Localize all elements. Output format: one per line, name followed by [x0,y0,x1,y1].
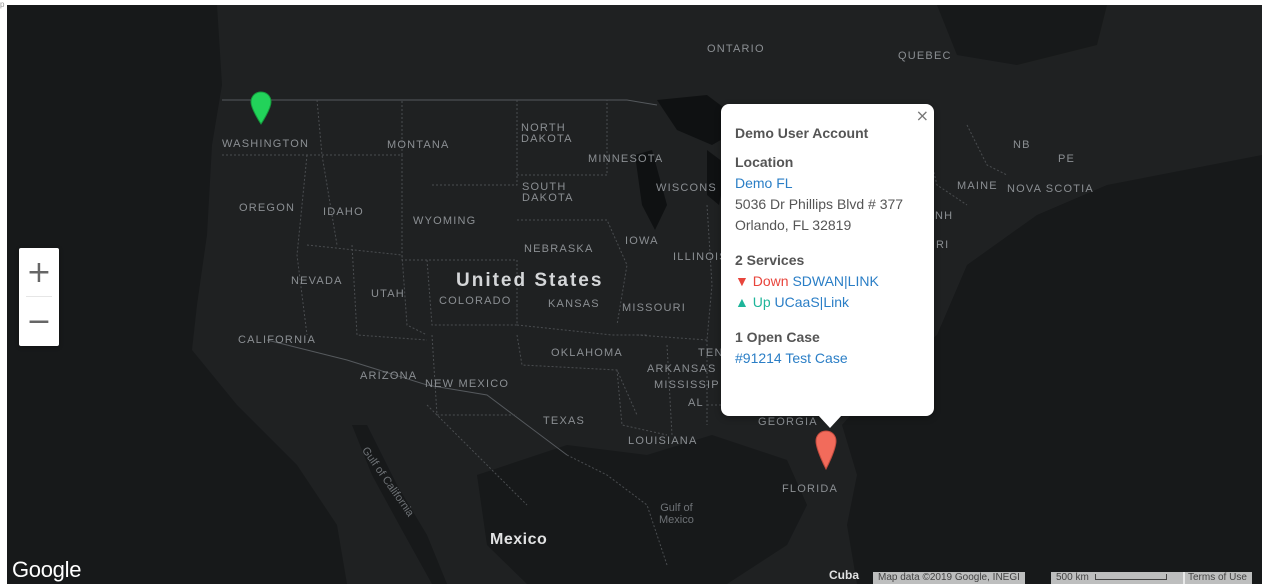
map-attribution[interactable]: Map data ©2019 Google, INEGI [873,572,1025,584]
label-nebraska: NEBRASKA [524,243,594,255]
down-arrow-icon: ▼ [735,273,749,289]
label-georgia: GEORGIA [758,416,818,428]
label-kansas: KANSAS [548,298,600,310]
zoom-control: + − [19,248,59,346]
case-link[interactable]: #91214 Test Case [735,350,848,366]
up-arrow-icon: ▲ [735,294,749,310]
label-colorado: COLORADO [439,295,512,307]
label-illinois: ILLINOIS [673,251,728,263]
scale-bar[interactable]: 500 km [1051,572,1185,584]
label-nh: NH [935,210,954,222]
address-line-2: Orlando, FL 32819 [735,217,852,233]
label-iowa: IOWA [625,235,659,247]
location-link[interactable]: Demo FL [735,175,793,191]
label-mississippi: MISSISSIP [654,379,720,391]
label-arizona: ARIZONA [360,370,418,382]
label-wyoming: WYOMING [413,215,477,227]
google-logo[interactable]: Google [12,557,81,583]
label-minnesota: MINNESOTA [588,153,664,165]
label-south-dakota: SOUTH DAKOTA [522,181,574,204]
top-text-fragment-left: p [0,0,5,9]
label-texas: TEXAS [543,415,586,427]
zoom-out-button[interactable]: − [19,297,59,345]
service-link-sdwan[interactable]: SDWAN|LINK [792,273,878,289]
label-arkansas: ARKANSAS [647,363,717,375]
label-gulf-of-mexico: Gulf of Mexico [659,502,694,526]
label-ontario: ONTARIO [707,43,765,55]
label-new-mexico: NEW MEXICO [425,378,510,390]
label-pe: PE [1058,153,1076,165]
service-row-down: ▼ Down SDWAN|LINK [735,271,926,292]
label-nevada: NEVADA [291,275,343,287]
scale-line [1094,574,1167,581]
map-marker-orlando[interactable] [815,430,837,470]
label-idaho: IDAHO [323,206,364,218]
label-north-dakota: NORTH DAKOTA [521,122,573,145]
map-marker-washington[interactable] [250,91,272,125]
label-united-states: United States [456,270,604,291]
label-ri: RI [936,239,950,251]
popup-title: Demo User Account [735,125,869,141]
label-florida: FLORIDA [782,483,839,495]
service-status-down: Down [752,273,789,289]
location-heading: Location [735,154,794,170]
label-wisconsin: WISCONS [656,182,717,194]
address-line-1: 5036 Dr Phillips Blvd # 377 [735,196,904,212]
map-canvas[interactable]: ONTARIO QUEBEC WASHINGTON MONTANA NORTH … [7,5,1262,584]
label-cuba: Cuba [829,568,859,582]
label-oregon: OREGON [239,202,296,214]
label-tennessee: TEN [698,347,724,359]
label-washington: WASHINGTON [222,138,310,150]
service-status-up: Up [752,294,771,310]
zoom-in-button[interactable]: + [19,248,59,296]
map-geography [7,5,1262,584]
label-missouri: MISSOURI [622,302,686,314]
label-oklahoma: OKLAHOMA [551,347,623,359]
cases-heading: 1 Open Case [735,329,820,345]
services-heading: 2 Services [735,252,805,268]
info-popup: × Demo User Account Location Demo FL 503… [721,104,934,428]
label-nova-scotia: NOVA SCOTIA [1007,183,1094,195]
label-utah: UTAH [371,288,405,300]
label-quebec: QUEBEC [898,50,952,62]
terms-of-use-link[interactable]: Terms of Use [1183,572,1252,584]
service-row-up: ▲ Up UCaaS|Link [735,292,926,313]
label-mexico: Mexico [490,531,548,548]
label-montana: MONTANA [387,139,450,151]
label-maine: MAINE [957,180,998,192]
label-nb: NB [1013,139,1031,151]
label-california: CALIFORNIA [238,334,317,346]
service-link-ucaas[interactable]: UCaaS|Link [775,294,849,310]
scale-label: 500 km [1056,572,1089,583]
popup-tail [818,415,842,428]
label-alabama: AL [688,397,704,409]
label-louisiana: LOUISIANA [628,435,698,447]
